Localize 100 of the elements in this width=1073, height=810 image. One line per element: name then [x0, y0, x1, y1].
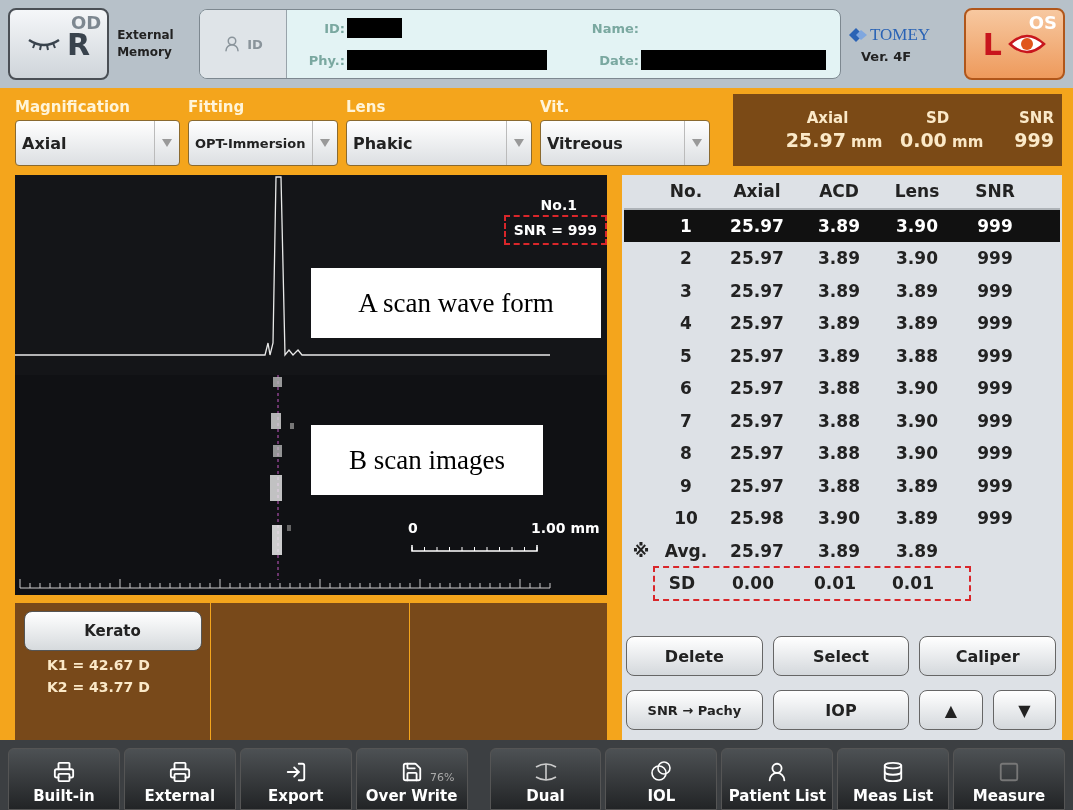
table-cell-text: 0.00	[731, 573, 775, 594]
toolbar-button[interactable]: Dual	[489, 748, 602, 810]
table-cell-text: 10	[673, 508, 699, 529]
toolbar-label: Over Write	[365, 787, 458, 805]
physician-label: Phy.:	[307, 52, 345, 68]
action-button[interactable]: Caliper	[919, 636, 1056, 676]
action-button[interactable]: SNR → Pachy	[626, 690, 763, 730]
rings-icon	[649, 759, 674, 783]
toolbar-button[interactable]: Patient List	[721, 748, 834, 810]
k2-reading: K2 = 43.77 D	[46, 679, 150, 695]
dropdown-caret-icon	[514, 139, 524, 147]
table-cell-text: 999	[976, 345, 1014, 366]
toolbar-button[interactable]: 76% Over Write	[355, 748, 468, 810]
setting-dropdown[interactable]: Phakic	[346, 120, 532, 166]
date-label: Date:	[598, 52, 639, 68]
table-row[interactable]: 1 25.97 3.89 3.90 999	[624, 209, 1060, 242]
table-row[interactable]: 4 25.97 3.89 3.89 999	[624, 307, 1060, 340]
table-row[interactable]: 10 25.98 3.90 3.89 999	[624, 502, 1060, 535]
table-cell-text: 25.97	[729, 540, 785, 561]
toolbar-button[interactable]: External	[123, 748, 236, 810]
action-button[interactable]: Select	[772, 636, 910, 676]
redaction-bar	[347, 18, 402, 38]
table-cell-text: 25.97	[729, 215, 785, 236]
result-value: 25.97 mm	[785, 129, 883, 151]
column-header: SNR	[974, 181, 1016, 202]
toolbar-label: IOL	[647, 787, 676, 805]
table-cell-text: 0.01	[891, 573, 935, 594]
arrow-button[interactable]: ▲	[919, 690, 983, 730]
arrow-button[interactable]: ▼	[992, 690, 1056, 730]
table-cell-text: 999	[976, 215, 1014, 236]
table-row[interactable]: 3 25.97 3.89 3.89 999	[624, 274, 1060, 307]
setting-dropdown[interactable]: OPT-Immersion	[188, 120, 338, 166]
table-cell-text: 3.88	[817, 410, 861, 431]
diamond-logo-icon	[849, 27, 867, 42]
setting-label: Vit.	[540, 98, 571, 116]
column-header: No.	[668, 181, 704, 202]
external-memory-label: External Memory	[117, 27, 175, 61]
toolbar-button[interactable]: Built-in	[8, 748, 120, 810]
column-header: ACD	[818, 181, 860, 202]
table-cell-text: 3.89	[895, 280, 939, 301]
table-row[interactable]: 8 25.97 3.88 3.90 999	[624, 437, 1060, 470]
setting-dropdown[interactable]: Vitreous	[540, 120, 710, 166]
right-eye-button[interactable]: OD R	[8, 8, 110, 80]
table-cell-text: 999	[976, 475, 1014, 496]
callout-label: A scan wave form	[311, 268, 601, 338]
export-icon	[284, 761, 307, 783]
table-cell-text: 3.88	[817, 378, 861, 399]
toolbar-label: External	[144, 787, 216, 805]
table-cell-text: 25.97	[729, 248, 785, 269]
column-header: Axial	[732, 181, 782, 202]
toolbar-button[interactable]: Measure	[953, 748, 1065, 810]
table-cell-text: 3.90	[895, 410, 939, 431]
table-cell-text: 25.97	[729, 345, 785, 366]
scale-start-label: 0	[408, 520, 418, 536]
table-cell-text: 5	[679, 345, 693, 366]
dropdown-caret-icon	[162, 139, 172, 147]
setting-dropdown[interactable]: Axial	[15, 120, 180, 166]
toolbar-button[interactable]: IOL	[605, 748, 718, 810]
dropdown-caret-icon	[320, 139, 330, 147]
table-cell-text: 3.89	[895, 540, 939, 561]
toolbar-button[interactable]: Meas List	[837, 748, 950, 810]
table-cell-text: 3.90	[817, 508, 861, 529]
storage-percent: 76%	[430, 771, 455, 784]
action-button[interactable]: IOP	[772, 690, 910, 730]
table-row[interactable]: 2 25.97 3.89 3.90 999	[624, 242, 1060, 275]
dropdown-caret-icon	[692, 139, 702, 147]
table-row[interactable]: 7 25.97 3.88 3.90 999	[624, 404, 1060, 437]
result-label: SNR	[1019, 109, 1054, 127]
callout-label: B scan images	[311, 425, 543, 495]
result-value: 0.00 mm	[899, 129, 984, 151]
table-cell-text: 3.89	[817, 345, 861, 366]
toolbar-label: Built-in	[33, 787, 95, 805]
toolbar-label: Measure	[972, 787, 1046, 805]
note-mark: ※	[631, 540, 651, 561]
version-label: Ver. 4F	[860, 48, 912, 64]
brand-logo: TOMEY	[849, 24, 931, 45]
table-cell-text: 999	[976, 410, 1014, 431]
toolbar-label: Dual	[526, 787, 565, 805]
table-cell-text: 3.89	[817, 280, 861, 301]
result-label: Axial	[806, 109, 850, 127]
table-cell-text: 3.89	[817, 215, 861, 236]
table-row[interactable]: 9 25.97 3.88 3.89 999	[624, 469, 1060, 502]
table-cell-text: 3.90	[895, 443, 939, 464]
scan-number-label: No.1	[540, 197, 577, 213]
table-cell-text: 999	[976, 280, 1014, 301]
table-row[interactable]: 5 25.97 3.89 3.88 999	[624, 339, 1060, 372]
table-cell-text: 3.88	[895, 345, 939, 366]
toolbar-label: Export	[267, 787, 324, 805]
table-cell-text: 9	[679, 475, 693, 496]
toolbar-label: Meas List	[853, 787, 934, 805]
toolbar-button[interactable]: Export	[239, 748, 352, 810]
table-row[interactable]: 6 25.97 3.88 3.90 999	[624, 372, 1060, 405]
dual-eye-icon	[533, 761, 558, 783]
name-label: Name:	[590, 20, 639, 36]
table-cell-text: SD	[667, 573, 697, 594]
table-cell-text: 3.88	[817, 443, 861, 464]
kerato-button[interactable]: Kerato	[23, 611, 202, 651]
table-cell-text: 3.89	[817, 248, 861, 269]
table-cell-text: 25.97	[729, 410, 785, 431]
action-button[interactable]: Delete	[626, 636, 763, 676]
